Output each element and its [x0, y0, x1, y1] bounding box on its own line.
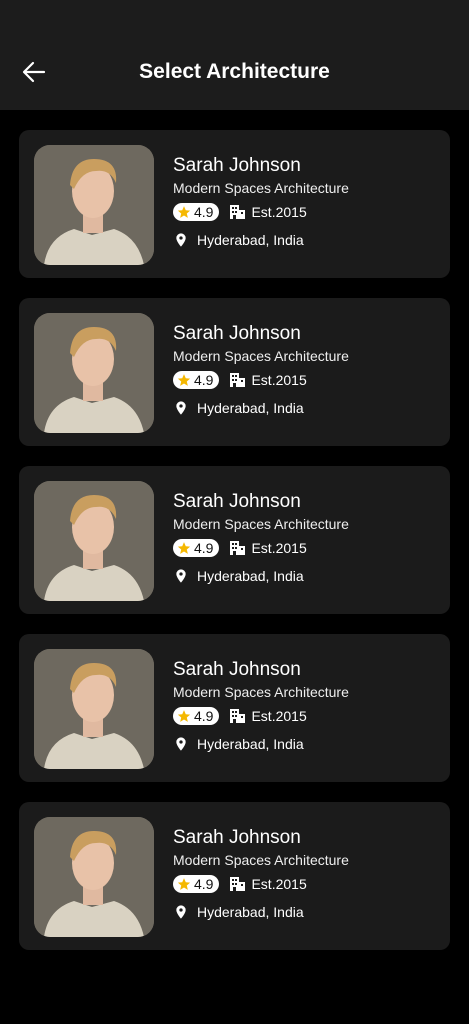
established-year: Est.2015 — [251, 372, 307, 388]
architect-card[interactable]: Sarah Johnson Modern Spaces Architecture… — [19, 634, 450, 782]
rating-value: 4.9 — [194, 372, 214, 388]
firm-name: Modern Spaces Architecture — [173, 348, 349, 364]
established-year: Est.2015 — [251, 876, 307, 892]
rating-value: 4.9 — [194, 540, 214, 556]
location-pin-icon — [176, 905, 186, 919]
architect-photo — [34, 481, 154, 601]
established-year: Est.2015 — [251, 540, 307, 556]
building-icon — [230, 877, 246, 891]
rating-badge: 4.9 — [173, 371, 220, 389]
building-icon — [230, 709, 246, 723]
architect-name: Sarah Johnson — [173, 659, 301, 680]
location-text: Hyderabad, India — [197, 400, 304, 416]
building-icon — [230, 373, 246, 387]
rating-badge: 4.9 — [173, 203, 220, 221]
app-header: Select Architecture — [0, 0, 469, 110]
location-text: Hyderabad, India — [197, 904, 304, 920]
architect-photo — [34, 817, 154, 937]
architect-photo — [34, 145, 154, 265]
rating-value: 4.9 — [194, 876, 214, 892]
established-year: Est.2015 — [251, 204, 307, 220]
location-text: Hyderabad, India — [197, 736, 304, 752]
architect-card[interactable]: Sarah Johnson Modern Spaces Architecture… — [19, 298, 450, 446]
star-icon — [177, 710, 191, 722]
firm-name: Modern Spaces Architecture — [173, 180, 349, 196]
architect-name: Sarah Johnson — [173, 827, 301, 848]
architect-photo — [34, 313, 154, 433]
rating-badge: 4.9 — [173, 539, 220, 557]
location-text: Hyderabad, India — [197, 232, 304, 248]
building-icon — [230, 205, 246, 219]
firm-name: Modern Spaces Architecture — [173, 684, 349, 700]
rating-value: 4.9 — [194, 708, 214, 724]
architect-list: Sarah Johnson Modern Spaces Architecture… — [19, 130, 450, 970]
location-pin-icon — [176, 569, 186, 583]
architect-name: Sarah Johnson — [173, 323, 301, 344]
firm-name: Modern Spaces Architecture — [173, 516, 349, 532]
star-icon — [177, 206, 191, 218]
rating-badge: 4.9 — [173, 875, 220, 893]
rating-badge: 4.9 — [173, 707, 220, 725]
architect-photo — [34, 649, 154, 769]
architect-name: Sarah Johnson — [173, 491, 301, 512]
star-icon — [177, 878, 191, 890]
star-icon — [177, 542, 191, 554]
star-icon — [177, 374, 191, 386]
rating-value: 4.9 — [194, 204, 214, 220]
location-text: Hyderabad, India — [197, 568, 304, 584]
architect-name: Sarah Johnson — [173, 155, 301, 176]
architect-card[interactable]: Sarah Johnson Modern Spaces Architecture… — [19, 802, 450, 950]
architect-card[interactable]: Sarah Johnson Modern Spaces Architecture… — [19, 130, 450, 278]
location-pin-icon — [176, 737, 186, 751]
location-pin-icon — [176, 233, 186, 247]
building-icon — [230, 541, 246, 555]
established-year: Est.2015 — [251, 708, 307, 724]
firm-name: Modern Spaces Architecture — [173, 852, 349, 868]
page-title: Select Architecture — [139, 60, 330, 83]
location-pin-icon — [176, 401, 186, 415]
architect-card[interactable]: Sarah Johnson Modern Spaces Architecture… — [19, 466, 450, 614]
